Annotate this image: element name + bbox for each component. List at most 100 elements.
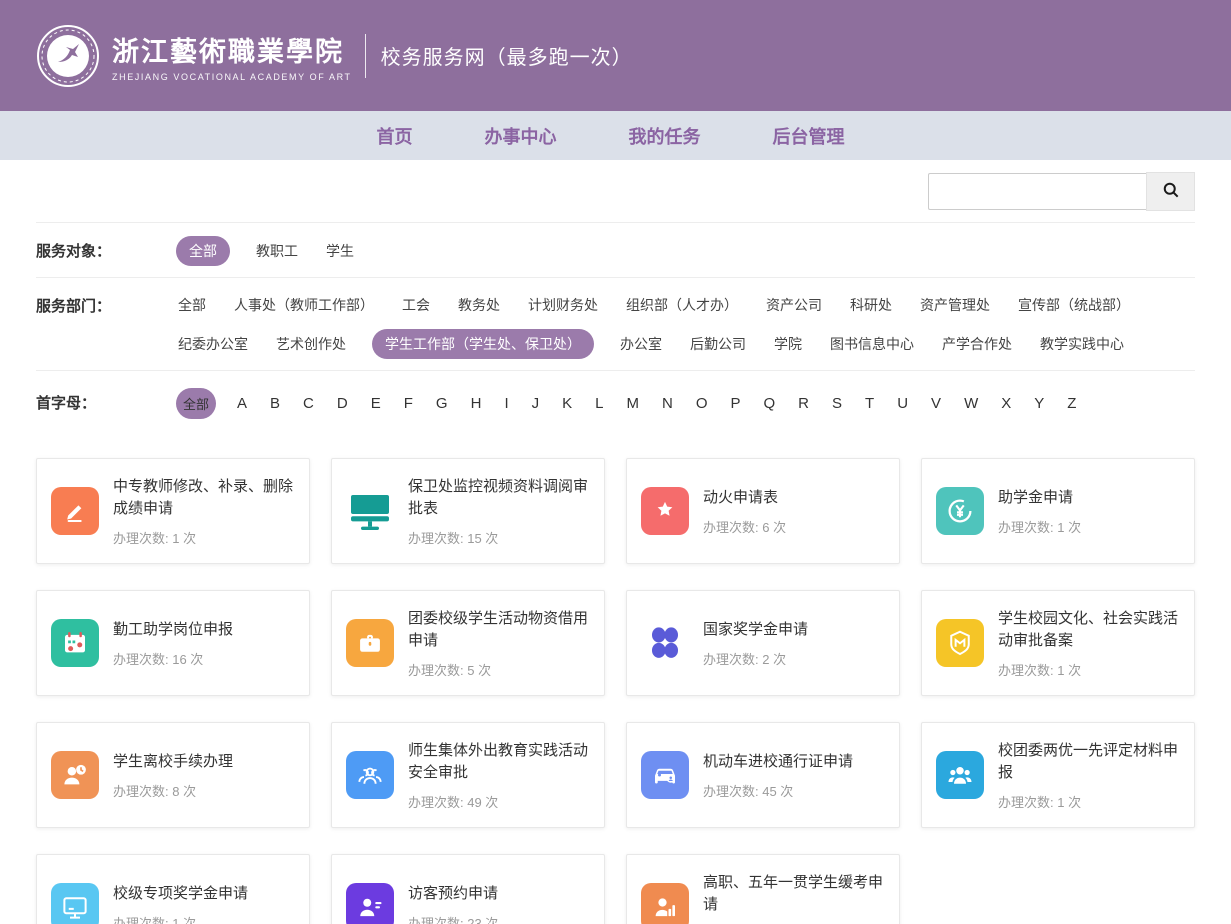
filter-option[interactable]: 科研处 [848,291,894,319]
filter-option[interactable]: 教务处 [456,291,502,319]
briefcase-icon [346,619,394,667]
service-card[interactable]: 校团委两优一先评定材料申报 办理次数: 1 次 [921,722,1195,828]
filter-option[interactable]: 资产公司 [764,291,824,319]
service-card[interactable]: 师生集体外出教育实践活动安全审批 办理次数: 49 次 [331,722,605,828]
filter-option[interactable]: 全部 [176,291,208,319]
filter-option[interactable]: 组织部（人才办） [624,291,740,319]
filter-option[interactable]: Y [1032,391,1046,416]
service-card-title: 访客预约申请 [408,883,498,905]
filter-option[interactable]: 艺术创作处 [274,330,348,358]
service-card[interactable]: 动火申请表 办理次数: 6 次 [626,458,900,564]
service-card-title: 高职、五年一贯学生缓考申请 [703,872,885,916]
filter-option[interactable]: 资产管理处 [918,291,992,319]
service-card-count: 办理次数: 49 次 [408,792,590,811]
service-card-count: 办理次数: 8 次 [113,781,233,800]
filter-option[interactable]: 办公室 [618,330,664,358]
filter-option[interactable]: 全部 [176,236,230,266]
search-row [36,160,1195,223]
search-button[interactable] [1146,172,1195,211]
filter-option[interactable]: 教学实践中心 [1038,330,1126,358]
service-cards-grid: 中专教师修改、补录、删除成绩申请 办理次数: 1 次 保卫处监控视频资料调阅审批… [36,458,1195,924]
filter-option[interactable]: T [863,391,876,416]
filter-option[interactable]: V [929,391,943,416]
school-name-en: ZHEJIANG VOCATIONAL ACADEMY OF ART [112,72,352,82]
service-card-title: 勤工助学岗位申报 [113,619,233,641]
filter-option[interactable]: 后勤公司 [688,330,748,358]
filter-option[interactable]: 纪委办公室 [176,330,250,358]
service-card[interactable]: 勤工助学岗位申报 办理次数: 16 次 [36,590,310,696]
nav-item[interactable]: 后台管理 [773,123,845,149]
yen-circle-icon [936,487,984,535]
filter-option[interactable]: 学生工作部（学生处、保卫处） [372,329,594,359]
filter-option[interactable]: L [593,391,605,416]
filter-option[interactable]: I [502,391,510,416]
filter-service-department: 服务部门： 全部人事处（教师工作部） 工会教务处计划财务处组织部（人才办） 资产公司… [36,278,1195,371]
filter-option[interactable]: J [530,391,542,416]
filter-label: 服务部门： [36,291,176,359]
service-card[interactable]: 团委校级学生活动物资借用申请 办理次数: 5 次 [331,590,605,696]
filter-option[interactable]: 学院 [772,330,804,358]
filter-option[interactable]: U [895,391,910,416]
filter-option[interactable]: 人事处（教师工作部） [232,291,376,319]
filter-option[interactable]: S [830,391,844,416]
nav-item[interactable]: 办事中心 [485,123,557,149]
initial-letter-options: 全部 ABCDEFGHIJKLMNOPQRSTUVWXYZ [176,388,1078,419]
service-card-count: 办理次数: 1 次 [113,528,295,547]
site-header: 浙江藝術職業學院 ZHEJIANG VOCATIONAL ACADEMY OF … [0,0,1231,111]
star-bubble-icon [641,487,689,535]
filter-option[interactable]: B [268,391,282,416]
nav-item[interactable]: 首页 [377,123,413,149]
service-card-title: 校团委两优一先评定材料申报 [998,740,1180,784]
service-card[interactable]: 高职、五年一贯学生缓考申请 办理次数: 2 次 [626,854,900,924]
filter-option[interactable]: 工会 [400,291,432,319]
filter-service-target: 服务对象： 全部教职工学生 [36,223,1195,278]
service-card[interactable]: 中专教师修改、补录、删除成绩申请 办理次数: 1 次 [36,458,310,564]
service-card[interactable]: 访客预约申请 办理次数: 23 次 [331,854,605,924]
school-name: 浙江藝術職業學院 [112,30,352,69]
service-card-count: 办理次数: 1 次 [113,913,248,924]
service-card[interactable]: 学生校园文化、社会实践活动审批备案 办理次数: 1 次 [921,590,1195,696]
filter-option[interactable]: P [728,391,742,416]
search-input[interactable] [928,173,1146,210]
filter-option[interactable]: O [694,391,710,416]
filter-option[interactable]: F [402,391,415,416]
filter-option[interactable]: W [962,391,980,416]
service-card[interactable]: 校级专项奖学金申请 办理次数: 1 次 [36,854,310,924]
service-card-title: 团委校级学生活动物资借用申请 [408,608,590,652]
service-card[interactable]: 机动车进校通行证申请 办理次数: 45 次 [626,722,900,828]
service-card-title: 机动车进校通行证申请 [703,751,853,773]
monitor-icon [346,487,394,535]
service-card[interactable]: 学生离校手续办理 办理次数: 8 次 [36,722,310,828]
filter-option[interactable]: M [624,391,641,416]
filter-option[interactable]: D [335,391,350,416]
clover-icon [641,619,689,667]
service-card[interactable]: 国家奖学金申请 办理次数: 2 次 [626,590,900,696]
filter-option[interactable]: N [660,391,675,416]
filter-option[interactable]: 产学合作处 [940,330,1014,358]
service-card-count: 办理次数: 23 次 [408,913,498,924]
filter-option[interactable]: R [796,391,811,416]
filter-option[interactable]: 全部 [176,388,216,419]
nav-item[interactable]: 我的任务 [629,123,701,149]
filter-option[interactable]: K [560,391,574,416]
service-card[interactable]: 保卫处监控视频资料调阅审批表 办理次数: 15 次 [331,458,605,564]
filter-option[interactable]: E [369,391,383,416]
filter-option[interactable]: H [469,391,484,416]
service-card-count: 办理次数: 1 次 [998,792,1180,811]
filter-option[interactable]: 教职工 [254,237,300,265]
service-card-title: 师生集体外出教育实践活动安全审批 [408,740,590,784]
filter-option[interactable]: 学生 [324,237,356,265]
filter-option[interactable]: Z [1065,391,1078,416]
filter-option[interactable]: C [301,391,316,416]
service-card[interactable]: 助学金申请 办理次数: 1 次 [921,458,1195,564]
service-card-title: 助学金申请 [998,487,1081,509]
filter-option[interactable]: 计划财务处 [526,291,600,319]
filter-option[interactable]: G [434,391,450,416]
filter-option[interactable]: Q [762,391,778,416]
filter-label: 首字母： [36,388,176,419]
filter-option[interactable]: X [999,391,1013,416]
people-group-icon [346,751,394,799]
filter-option[interactable]: A [235,391,249,416]
filter-option[interactable]: 图书信息中心 [828,330,916,358]
filter-option[interactable]: 宣传部（统战部） [1016,291,1132,319]
